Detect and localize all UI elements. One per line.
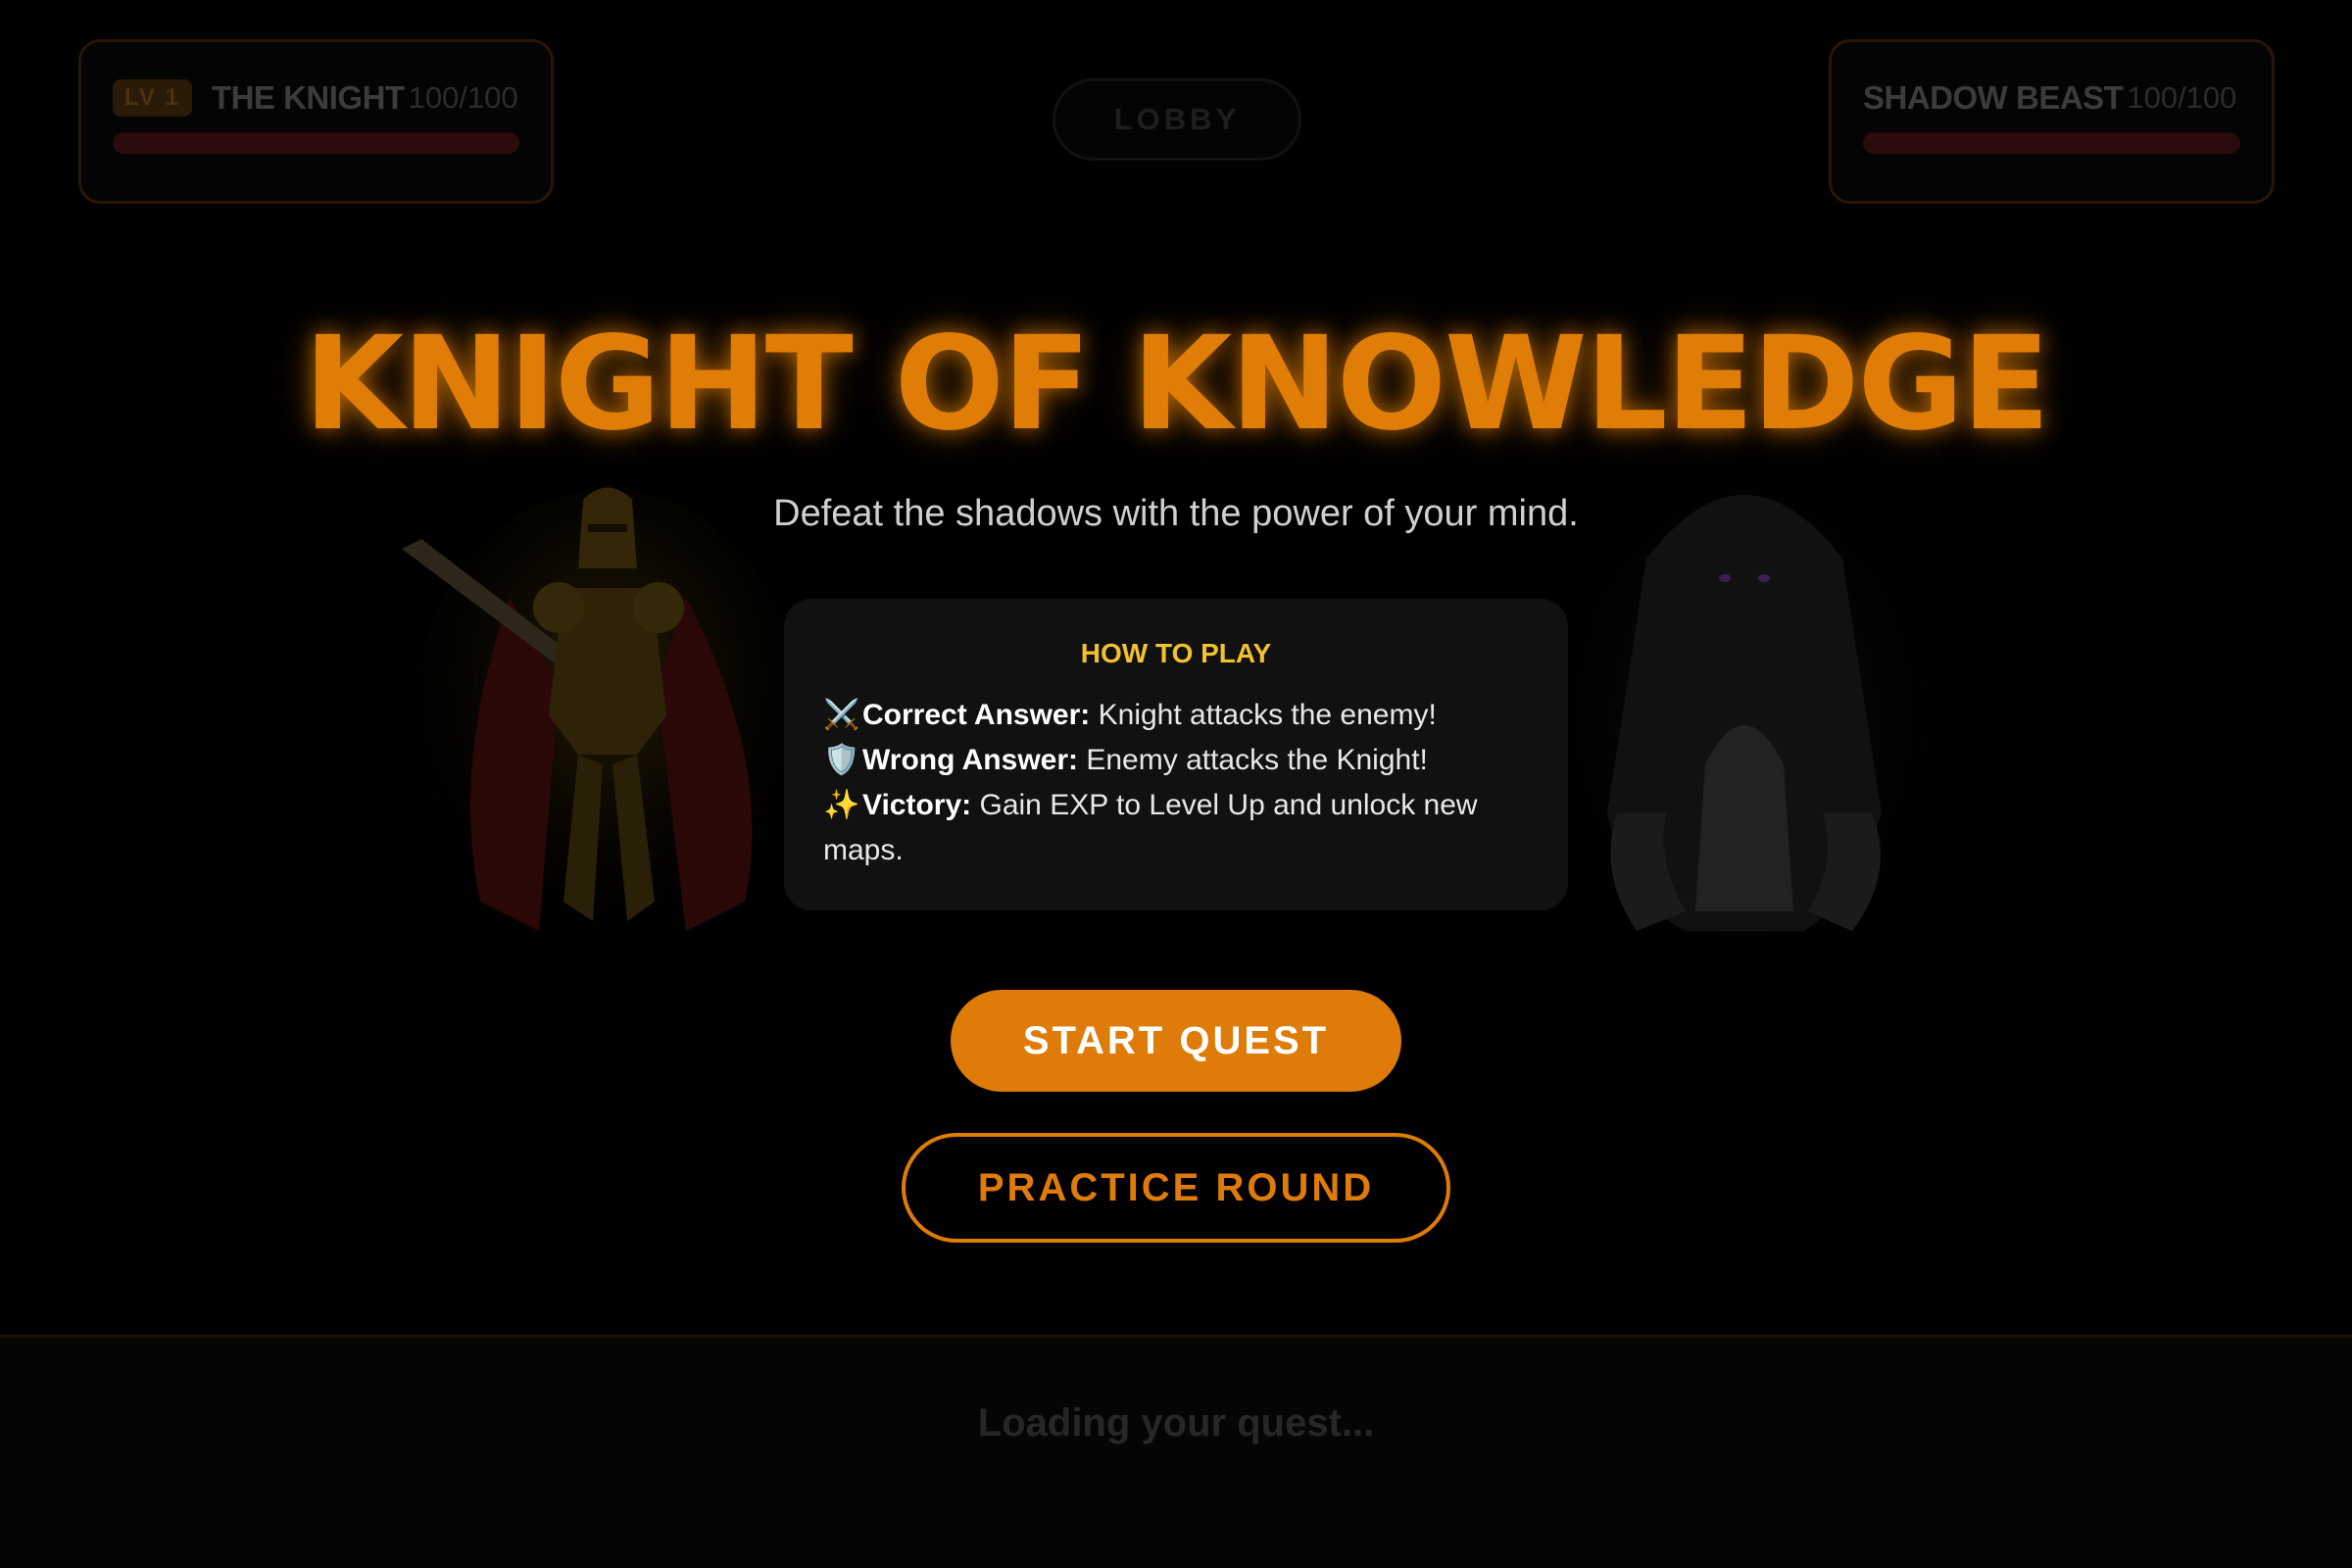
practice-round-button[interactable]: PRACTICE ROUND (902, 1133, 1450, 1243)
crossed-swords-icon: ⚔️ (823, 699, 860, 731)
shield-icon: 🛡️ (823, 744, 860, 776)
rule-correct-answer: ⚔️Correct Answer: Knight attacks the ene… (823, 693, 1529, 738)
rule-label: Wrong Answer: (862, 744, 1079, 776)
enemy-name: SHADOW BEAST (1863, 79, 2124, 116)
player-hp-text: 100/100 (408, 80, 518, 115)
how-to-play-heading: HOW TO PLAY (1080, 638, 1272, 668)
enemy-hp-text: 100/100 (2127, 80, 2237, 115)
enemy-status-card: SHADOW BEAST 100/100 (1829, 39, 2275, 204)
knight-character (402, 487, 804, 960)
rule-wrong-answer: 🛡️Wrong Answer: Enemy attacks the Knight… (823, 738, 1529, 783)
rule-label: Correct Answer: (862, 699, 1091, 731)
player-status-card: LV 1 THE KNIGHT 100/100 (78, 39, 554, 204)
enemy-hp-bar (1863, 132, 2240, 154)
start-quest-button[interactable]: START QUEST (951, 990, 1401, 1092)
loading-text: Loading your quest... (977, 1401, 1375, 1445)
rule-victory: ✨Victory: Gain EXP to Level Up and unloc… (823, 783, 1529, 873)
game-screen: LV 1 THE KNIGHT 100/100 LOBBY SHADOW BEA… (0, 0, 2352, 1568)
sparkles-icon: ✨ (823, 789, 860, 821)
bottom-panel (0, 1335, 2352, 1568)
player-level-badge: LV 1 (113, 79, 192, 117)
game-subtitle: Defeat the shadows with the power of you… (773, 493, 1579, 534)
player-hp-bar (113, 132, 519, 154)
player-name: THE KNIGHT (211, 79, 405, 116)
rule-label: Victory: (862, 789, 972, 821)
game-title: KNIGHT OF KNOWLEDGE (304, 309, 2050, 460)
rule-text: Knight attacks the enemy! (1098, 699, 1437, 731)
rule-text: Enemy attacks the Knight! (1086, 744, 1428, 776)
how-to-play-card: HOW TO PLAY ⚔️Correct Answer: Knight att… (784, 599, 1568, 910)
lobby-button[interactable]: LOBBY (1053, 78, 1301, 161)
